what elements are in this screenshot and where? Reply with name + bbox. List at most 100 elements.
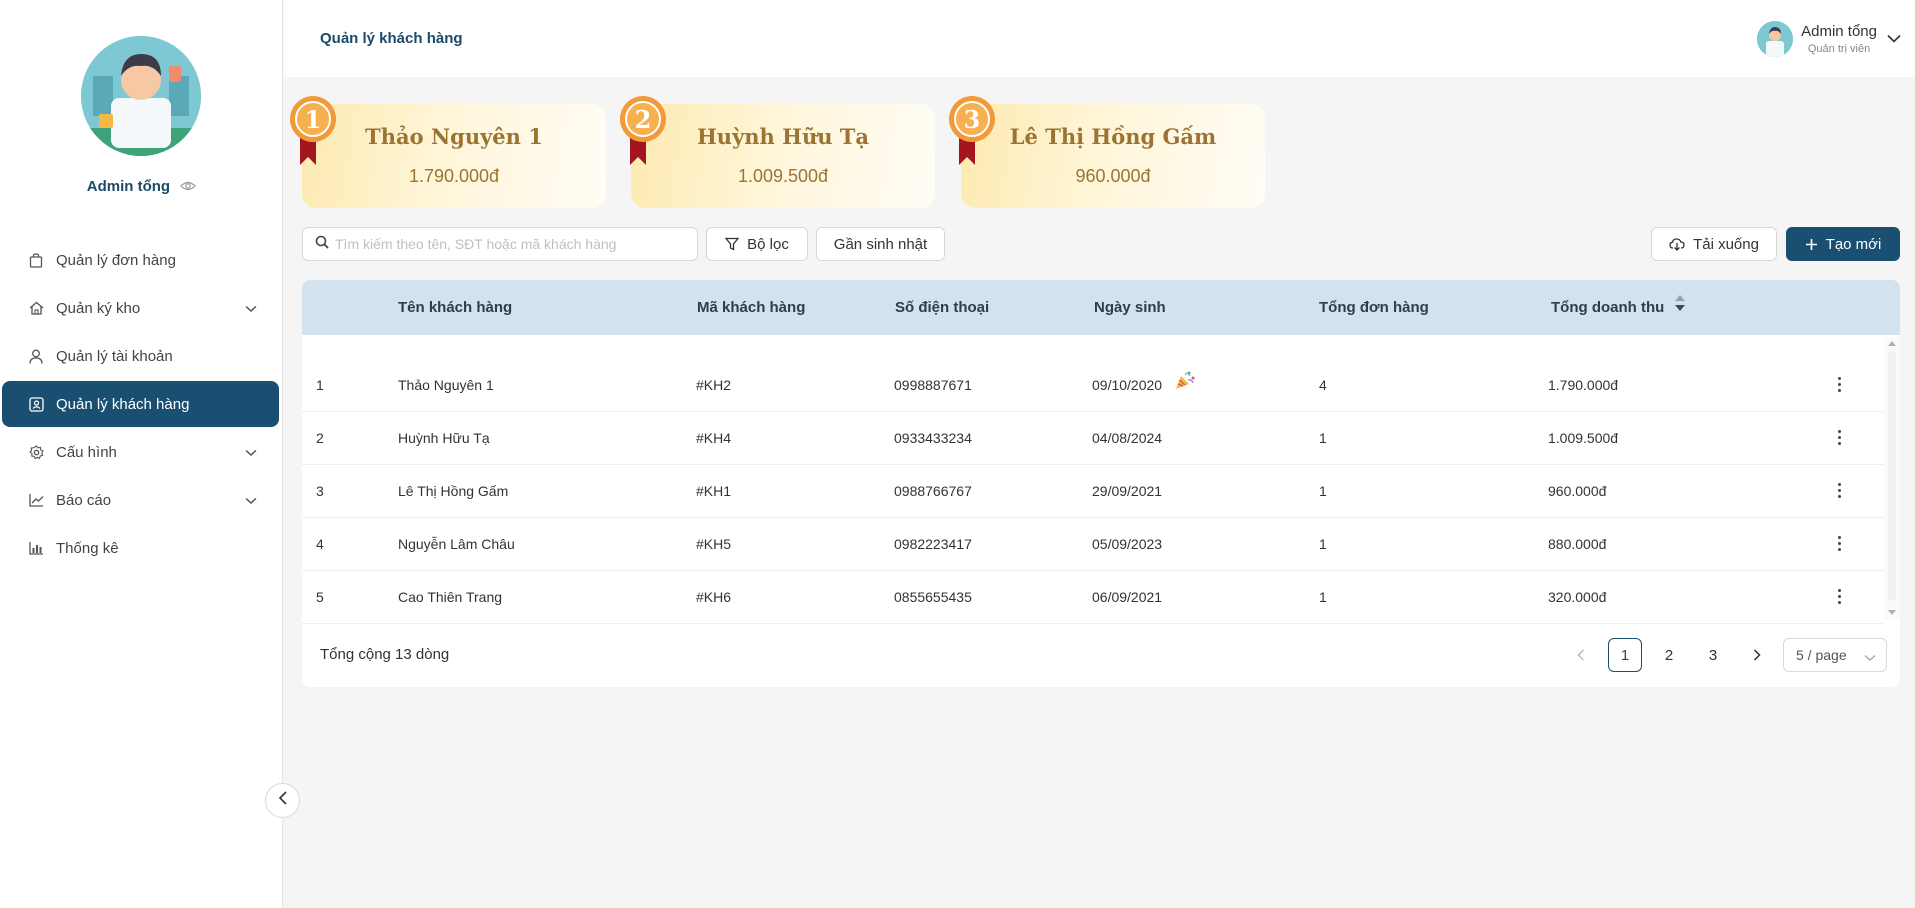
profile-avatar xyxy=(81,36,201,156)
sidebar-item-label: Quản lý tài khoản xyxy=(56,347,173,365)
sidebar: Admin tổng Quản lý đơn hàng Quản ký kho … xyxy=(0,0,300,908)
top-customer-card-1: Thảo Nguyên 1 1.790.000đ xyxy=(302,104,606,208)
customer-code: #KH6 xyxy=(696,589,732,605)
sidebar-item-label: Cấu hình xyxy=(56,443,117,461)
more-actions-icon[interactable] xyxy=(1838,589,1842,605)
search-icon xyxy=(315,235,329,254)
customer-revenue: 880.000đ xyxy=(1548,536,1607,552)
customer-birthday-text: 09/10/2020 xyxy=(1092,377,1163,393)
table-scrollbar[interactable] xyxy=(1884,337,1900,619)
download-button-label: Tải xuống xyxy=(1693,235,1759,253)
table-row[interactable]: 1 Thảo Nguyên 1 #KH2 0998887671 09/10/20… xyxy=(302,359,1884,412)
table-row[interactable]: 2 Huỳnh Hữu Tạ #KH4 0933433234 04/08/202… xyxy=(302,412,1884,465)
collapse-sidebar-button[interactable] xyxy=(265,783,300,818)
medal-rank-text: 1 xyxy=(305,105,322,134)
chevron-down-icon xyxy=(245,300,257,317)
customer-orders: 1 xyxy=(1319,589,1327,605)
column-header-birthday[interactable]: Ngày sinh xyxy=(1094,280,1166,335)
sidebar-item-warehouse[interactable]: Quản ký kho xyxy=(2,285,279,331)
customer-phone: 0982223417 xyxy=(894,536,972,552)
sidebar-item-statistics[interactable]: Thống kê xyxy=(2,525,279,571)
more-actions-icon[interactable] xyxy=(1838,483,1842,499)
profile-name-text: Admin tổng xyxy=(86,178,171,195)
page-button-3[interactable]: 3 xyxy=(1696,638,1730,672)
customer-name: Huỳnh Hữu Tạ xyxy=(398,430,490,446)
sidebar-item-reports[interactable]: Báo cáo xyxy=(2,477,279,523)
medal-rank-2-icon: 2 xyxy=(616,95,670,167)
create-button[interactable]: Tạo mới xyxy=(1786,227,1900,261)
top-customer-name: Huỳnh Hữu Tạ xyxy=(696,124,870,149)
page-button-1[interactable]: 1 xyxy=(1608,638,1642,672)
customer-birthday: 05/09/2023 xyxy=(1092,536,1163,552)
customer-revenue: 1.009.500đ xyxy=(1548,430,1619,446)
customer-orders: 1 xyxy=(1319,430,1327,446)
chevron-down-icon xyxy=(1887,30,1901,48)
search-box[interactable] xyxy=(302,227,698,261)
plus-icon xyxy=(1805,238,1818,251)
sidebar-item-settings[interactable]: Cấu hình xyxy=(2,429,279,475)
user-role: Quản trị viên xyxy=(1807,43,1871,55)
page-button-2[interactable]: 2 xyxy=(1652,638,1686,672)
filter-button-label: Bộ lọc xyxy=(747,235,789,253)
sidebar-nav: Quản lý đơn hàng Quản ký kho Quản lý tài… xyxy=(0,237,283,573)
page-size-select[interactable]: 5 / page xyxy=(1783,638,1887,672)
prev-page-button[interactable] xyxy=(1564,638,1598,672)
sidebar-item-customers[interactable]: Quản lý khách hàng xyxy=(2,381,279,427)
table-row[interactable]: 5 Cao Thiên Trang #KH6 0855655435 06/09/… xyxy=(302,571,1884,624)
sidebar-item-orders[interactable]: Quản lý đơn hàng xyxy=(2,237,279,283)
download-button[interactable]: Tải xuống xyxy=(1651,227,1777,261)
table-header: Tên khách hàng Mã khách hàng Số điện tho… xyxy=(302,280,1900,335)
more-actions-icon[interactable] xyxy=(1838,430,1842,446)
sidebar-item-accounts[interactable]: Quản lý tài khoản xyxy=(2,333,279,379)
top-customer-card-3: Lê Thị Hồng Gấm 960.000đ xyxy=(961,104,1265,208)
column-header-revenue-label: Tổng doanh thu xyxy=(1551,299,1665,316)
filter-button[interactable]: Bộ lọc xyxy=(706,227,808,261)
shopping-bag-icon xyxy=(28,252,44,268)
chevron-down-icon xyxy=(245,492,257,509)
row-number: 1 xyxy=(316,377,324,393)
column-header-orders[interactable]: Tổng đơn hàng xyxy=(1319,280,1429,335)
customer-name: Nguyễn Lâm Châu xyxy=(398,536,515,552)
table-row[interactable]: 3 Lê Thị Hồng Gấm #KH1 0988766767 29/09/… xyxy=(302,465,1884,518)
top-customer-amount: 960.000đ xyxy=(1075,166,1151,186)
user-menu[interactable]: Admin tổng Quản trị viên xyxy=(1757,18,1901,60)
eye-icon[interactable] xyxy=(180,179,197,196)
customer-table: Tên khách hàng Mã khách hàng Số điện tho… xyxy=(302,280,1900,687)
column-header-code[interactable]: Mã khách hàng xyxy=(697,280,805,335)
table-row[interactable]: 4 Nguyễn Lâm Châu #KH5 0982223417 05/09/… xyxy=(302,518,1884,571)
profile-name: Admin tổng xyxy=(0,178,283,196)
sort-icon[interactable] xyxy=(1674,281,1686,336)
search-input[interactable] xyxy=(335,236,695,252)
row-number: 3 xyxy=(316,483,324,499)
customer-revenue: 1.790.000đ xyxy=(1548,377,1619,393)
user-icon xyxy=(28,348,44,364)
next-page-button[interactable] xyxy=(1740,638,1774,672)
medal-rank-text: 3 xyxy=(964,105,981,134)
column-header-name[interactable]: Tên khách hàng xyxy=(398,280,512,335)
create-button-label: Tạo mới xyxy=(1825,235,1882,253)
sidebar-item-label: Báo cáo xyxy=(56,491,112,509)
customer-birthday: 09/10/2020 xyxy=(1092,359,1196,412)
customer-code: #KH4 xyxy=(696,430,732,446)
sidebar-item-label: Quản ký kho xyxy=(56,299,141,317)
cloud-download-icon xyxy=(1669,237,1685,251)
total-rows-text: Tổng cộng 13 dòng xyxy=(320,646,450,663)
filter-icon xyxy=(725,237,740,251)
more-actions-icon[interactable] xyxy=(1838,377,1842,393)
customer-phone: 0855655435 xyxy=(894,589,972,605)
scrollbar-thumb[interactable] xyxy=(1888,351,1896,601)
scroll-down-icon[interactable] xyxy=(1888,610,1896,615)
customer-phone: 0988766767 xyxy=(894,483,972,499)
customer-birthday: 29/09/2021 xyxy=(1092,483,1163,499)
customer-code: #KH2 xyxy=(696,377,732,393)
user-info: Admin tổng Quản trị viên xyxy=(1801,23,1877,55)
column-header-phone[interactable]: Số điện thoại xyxy=(895,280,989,335)
column-header-revenue[interactable]: Tổng doanh thu xyxy=(1551,280,1686,335)
scroll-up-icon[interactable] xyxy=(1888,341,1896,346)
sidebar-item-label: Thống kê xyxy=(56,539,119,557)
home-icon xyxy=(28,300,44,316)
more-actions-icon[interactable] xyxy=(1838,536,1842,552)
birthday-filter-button[interactable]: Gần sinh nhật xyxy=(816,227,945,261)
customer-name: Lê Thị Hồng Gấm xyxy=(398,483,509,499)
row-number: 4 xyxy=(316,536,324,552)
